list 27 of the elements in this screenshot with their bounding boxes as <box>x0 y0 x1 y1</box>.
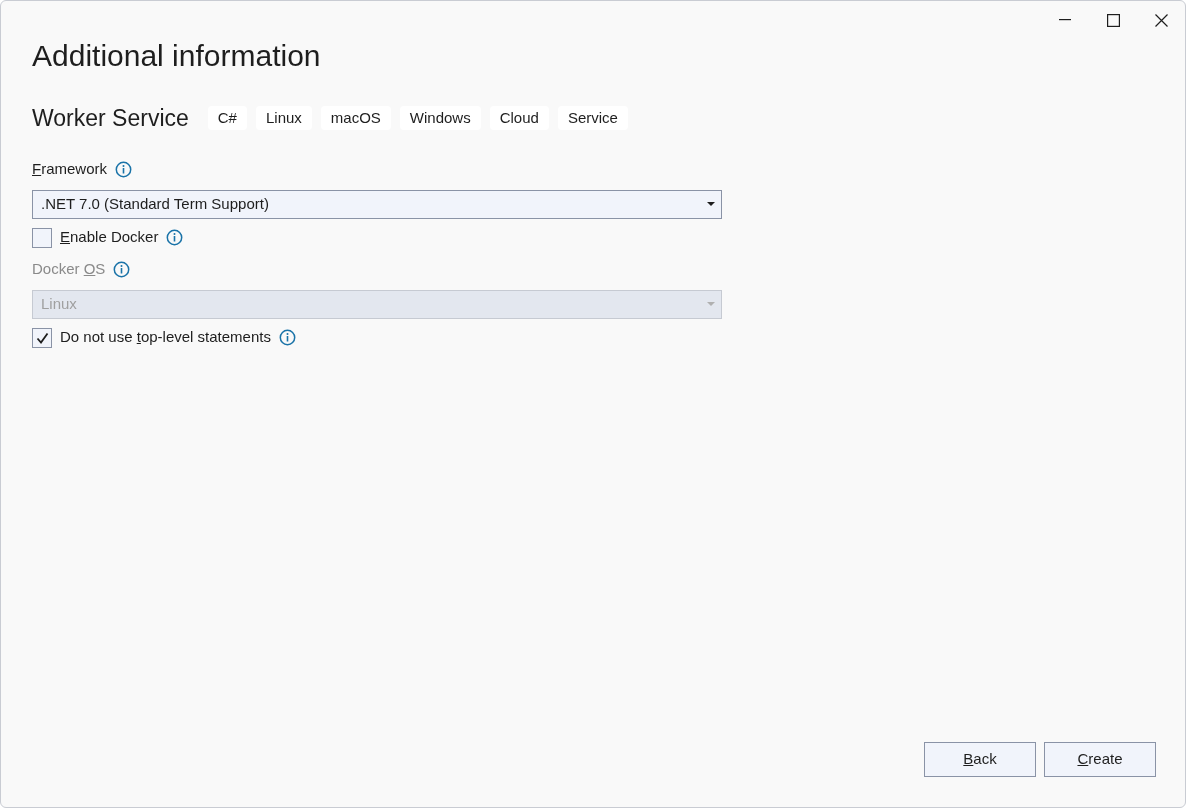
checkbox-label: Enable Docker <box>60 227 159 248</box>
maximize-icon <box>1106 13 1120 27</box>
tag: macOS <box>320 106 391 131</box>
tag: Cloud <box>489 106 549 131</box>
info-icon[interactable] <box>113 261 131 278</box>
tag: C# <box>207 106 247 131</box>
info-icon[interactable] <box>278 329 296 346</box>
close-icon <box>1154 13 1168 27</box>
tag: Service <box>557 106 628 131</box>
field-label: Docker OS <box>32 259 106 280</box>
dropdown-field[interactable]: .NET 7.0 (Standard Term Support) <box>32 189 722 219</box>
window-title: Additional information <box>32 38 322 74</box>
checkbox-label: Do not use top-level statements <box>60 327 271 348</box>
caret-icon <box>707 202 715 206</box>
info-icon[interactable] <box>166 229 184 246</box>
checkbox[interactable] <box>32 327 52 348</box>
caret-icon <box>707 302 715 306</box>
info-icon[interactable] <box>115 161 133 178</box>
field-label: Framework <box>32 159 108 180</box>
dialog-button[interactable]: Back <box>924 742 1036 777</box>
tag: Linux <box>255 106 312 131</box>
template-name: Worker Service <box>32 104 189 133</box>
checkbox[interactable] <box>32 227 52 248</box>
tag: Windows <box>399 106 481 131</box>
minimize-icon <box>1059 19 1071 21</box>
dialog-button[interactable]: Create <box>1044 742 1156 777</box>
checkmark-icon <box>35 331 49 344</box>
